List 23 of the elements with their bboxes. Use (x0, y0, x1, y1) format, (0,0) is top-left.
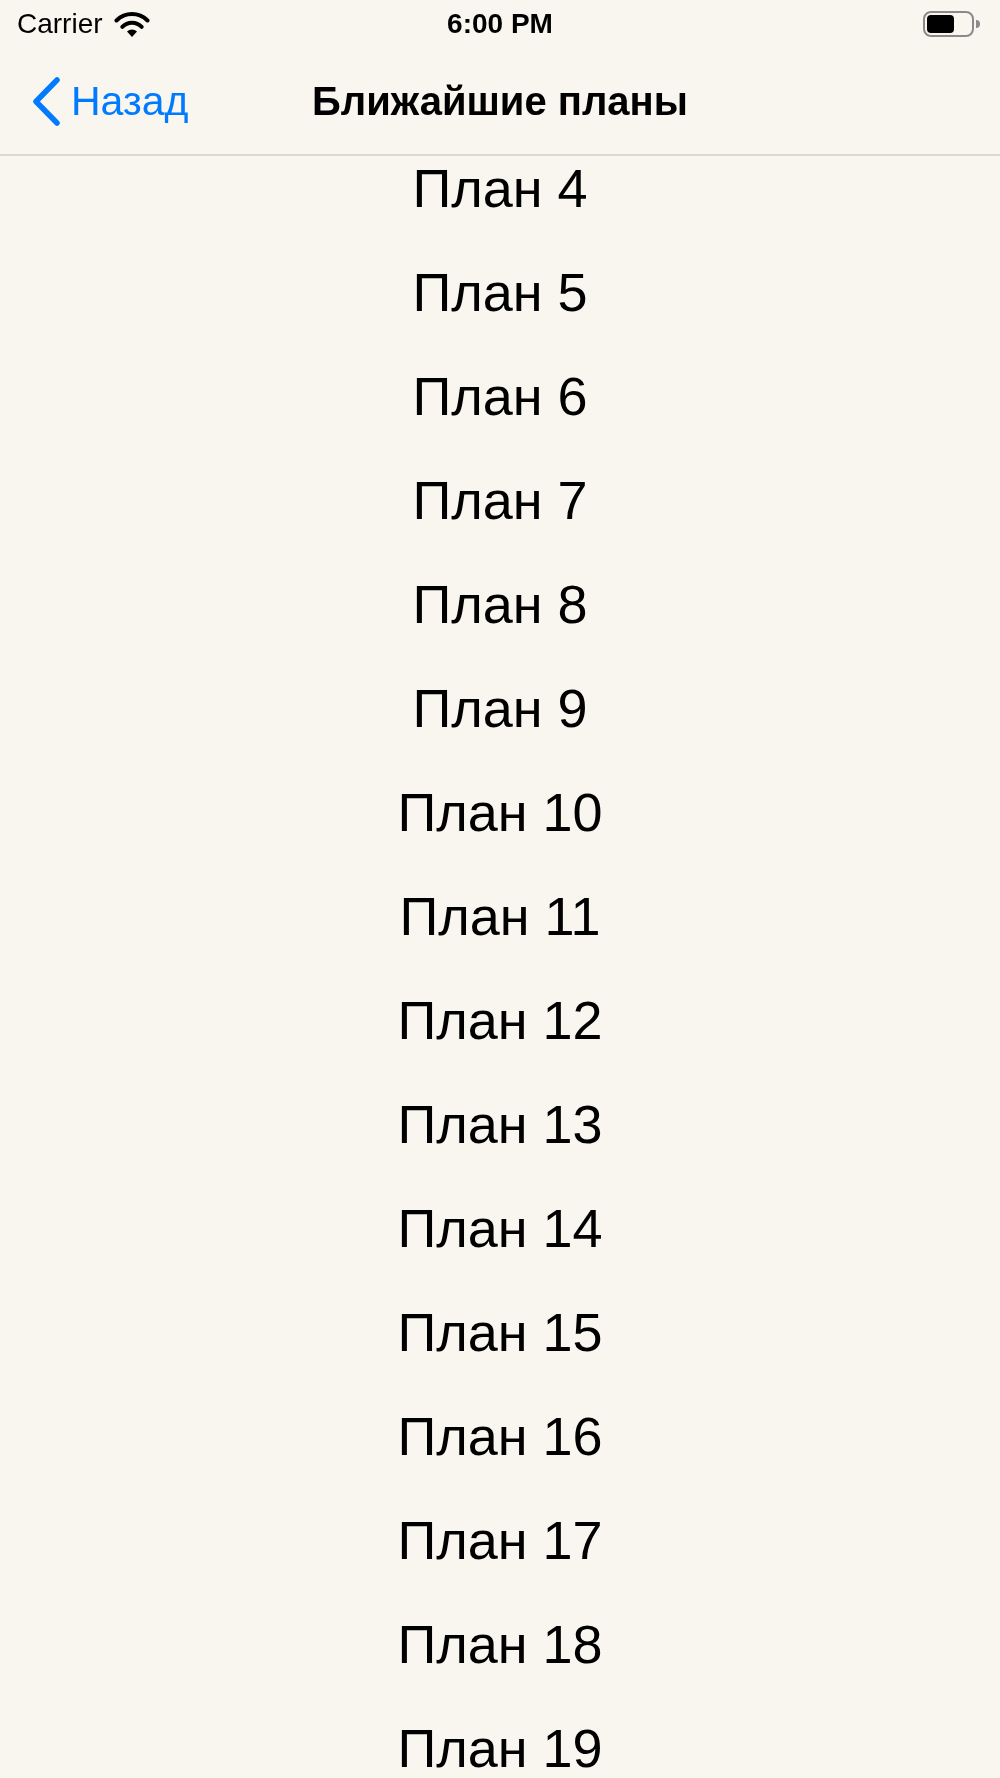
plan-item[interactable]: План 7 (412, 473, 588, 527)
carrier-label: Carrier (17, 10, 103, 38)
plan-item[interactable]: План 16 (397, 1409, 603, 1463)
plan-item[interactable]: План 5 (412, 265, 588, 319)
wifi-icon (113, 11, 150, 37)
plan-item[interactable]: План 18 (397, 1617, 603, 1671)
chevron-left-icon (31, 76, 61, 126)
plan-item[interactable]: План 19 (397, 1721, 603, 1775)
plan-item[interactable]: План 17 (397, 1513, 603, 1567)
plan-item[interactable]: План 10 (397, 785, 603, 839)
plan-item[interactable]: План 13 (397, 1097, 603, 1151)
plan-item[interactable]: План 6 (412, 369, 588, 423)
back-button[interactable]: Назад (31, 76, 189, 126)
status-time: 6:00 PM (447, 10, 553, 38)
plan-item[interactable]: План 11 (399, 889, 601, 943)
plan-item[interactable]: План 12 (397, 993, 603, 1047)
plan-item[interactable]: План 4 (412, 161, 588, 215)
plan-item[interactable]: План 15 (397, 1305, 603, 1359)
plan-item[interactable]: План 9 (412, 681, 588, 735)
nav-title: Ближайшие планы (312, 81, 688, 121)
plan-item[interactable]: План 8 (412, 577, 588, 631)
battery-icon (923, 11, 980, 37)
plan-item[interactable]: План 14 (397, 1201, 603, 1255)
